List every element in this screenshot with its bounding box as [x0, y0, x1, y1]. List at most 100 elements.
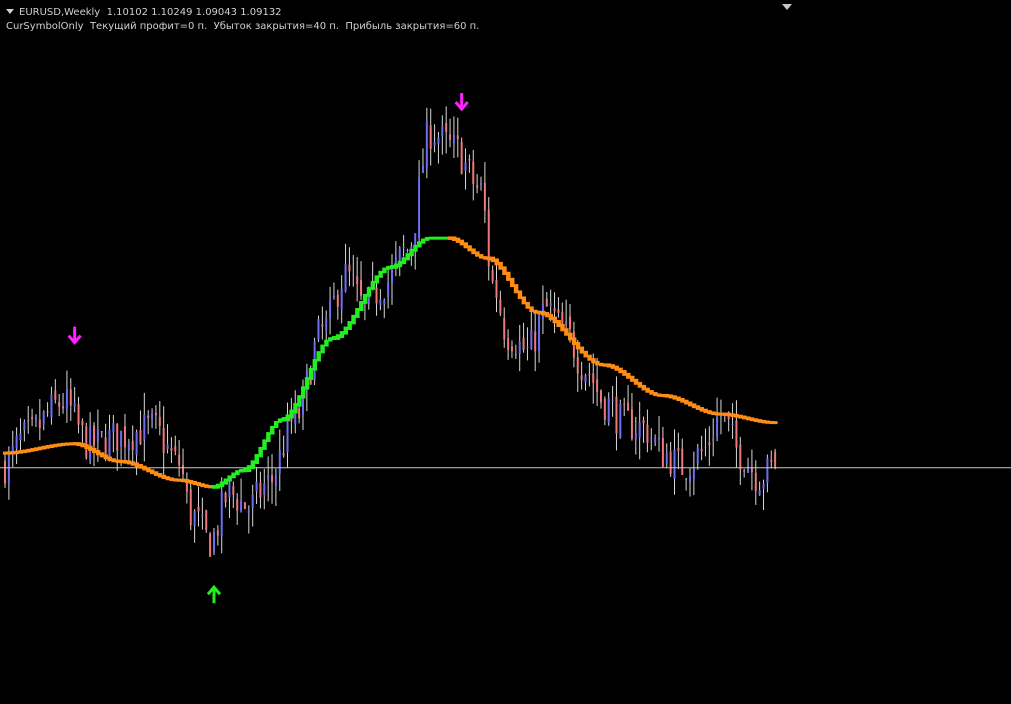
candle-body [77, 404, 80, 425]
candle-body [7, 453, 10, 484]
ma-segment-falling [142, 465, 147, 471]
price-chart[interactable] [0, 0, 1011, 704]
indicator-label: CurSymbolOnly Текущий профит=0 п. Убыток… [6, 21, 480, 32]
ma-segment-falling [703, 408, 708, 414]
candle-body [445, 123, 448, 133]
candle-body [402, 247, 405, 249]
candle-body [491, 269, 494, 282]
ma-segment-rising [312, 359, 318, 371]
ohlc-values: 1.10102 1.10249 1.09043 1.09132 [106, 7, 282, 18]
candle-body [193, 510, 196, 526]
candle-body [507, 338, 510, 350]
candle-body [712, 438, 715, 441]
ma-segment-rising [273, 421, 279, 428]
ma-segment-falling [463, 242, 468, 249]
ma-segment-rising [331, 336, 337, 340]
candle-body [495, 279, 498, 298]
ma-segment-falling [753, 418, 759, 423]
candle-body [565, 321, 568, 326]
ma-segment-falling [738, 414, 743, 419]
ma-segment-falling [560, 323, 565, 332]
collapse-triangle-icon[interactable] [6, 9, 14, 14]
candle-body [437, 137, 440, 145]
ma-segment-falling [653, 392, 658, 397]
ma-segment-falling [537, 310, 542, 315]
candle-body [692, 467, 695, 479]
ma-segment-rising [239, 468, 244, 473]
ma-segment-rising [285, 414, 290, 422]
ma-segment-falling [119, 459, 124, 464]
candle-body [317, 319, 320, 340]
ma-segment-falling [657, 393, 662, 397]
ma-segment-falling [583, 350, 588, 358]
candle-body [123, 426, 126, 448]
candle-body [704, 447, 707, 449]
ma-segment-falling [181, 478, 186, 483]
ma-segment-rising [401, 257, 407, 265]
ma-segment-falling [157, 473, 163, 478]
candle-body [298, 408, 301, 419]
candle-body [321, 324, 324, 327]
candle-body [650, 437, 653, 439]
ma-segment-falling [188, 479, 194, 484]
ma-segment-rising [227, 475, 232, 482]
ma-segment-falling [111, 458, 116, 463]
ma-segment-rising [444, 236, 449, 240]
candle-body [143, 414, 146, 441]
candle-body [178, 454, 181, 466]
ma-segment-falling [513, 284, 519, 294]
ma-segment-falling [10, 451, 16, 455]
candle-body [534, 331, 537, 352]
ma-segment-falling [664, 393, 670, 398]
candle-body [4, 460, 6, 484]
ma-segment-rising [370, 280, 376, 290]
candle-body [104, 437, 107, 457]
candle-body [182, 465, 185, 475]
ma-segment-falling [649, 390, 654, 395]
candle-body [240, 500, 243, 511]
ma-segment-rising [250, 460, 256, 470]
candle-body [743, 470, 746, 472]
candle-body [665, 452, 668, 464]
ma-segment-falling [18, 450, 23, 454]
ma-segment-falling [448, 236, 453, 240]
shift-marker-icon[interactable] [782, 4, 792, 10]
candle-body [267, 475, 270, 480]
candle-body [638, 422, 641, 438]
candle-body [201, 514, 204, 517]
candle-body [754, 472, 757, 491]
candle-body [247, 510, 250, 514]
ma-segment-falling [602, 363, 608, 367]
candle-body [96, 428, 99, 442]
ma-segment-falling [471, 248, 476, 255]
candle-body [379, 299, 382, 306]
candle-body [588, 373, 591, 375]
candle-body [739, 444, 742, 470]
candle-body [197, 506, 200, 512]
candle-body [135, 431, 138, 455]
ma-segment-falling [53, 443, 58, 448]
candle-body [151, 413, 154, 420]
candle-body [108, 429, 111, 457]
candle-body [549, 303, 552, 307]
candle-body [607, 398, 610, 423]
candle-body [580, 375, 583, 381]
ma-segment-rising [409, 248, 414, 257]
candle-body [391, 267, 393, 284]
ma-segment-falling [715, 412, 720, 416]
candle-body [58, 402, 61, 407]
candle-body [456, 135, 459, 140]
candle-body [747, 466, 750, 473]
buy-arrow-icon [206, 584, 222, 604]
ma-segment-falling [525, 301, 530, 309]
ma-segment-falling [540, 310, 546, 316]
candle-body [584, 375, 587, 383]
candle-body [243, 502, 246, 510]
ma-segment-falling [757, 419, 763, 423]
candle-body [696, 447, 699, 464]
candle-body [634, 433, 637, 440]
ma-segment-rising [223, 478, 229, 485]
ma-segment-falling [660, 393, 666, 398]
ma-segment-falling [72, 442, 78, 446]
candle-body [394, 256, 397, 263]
